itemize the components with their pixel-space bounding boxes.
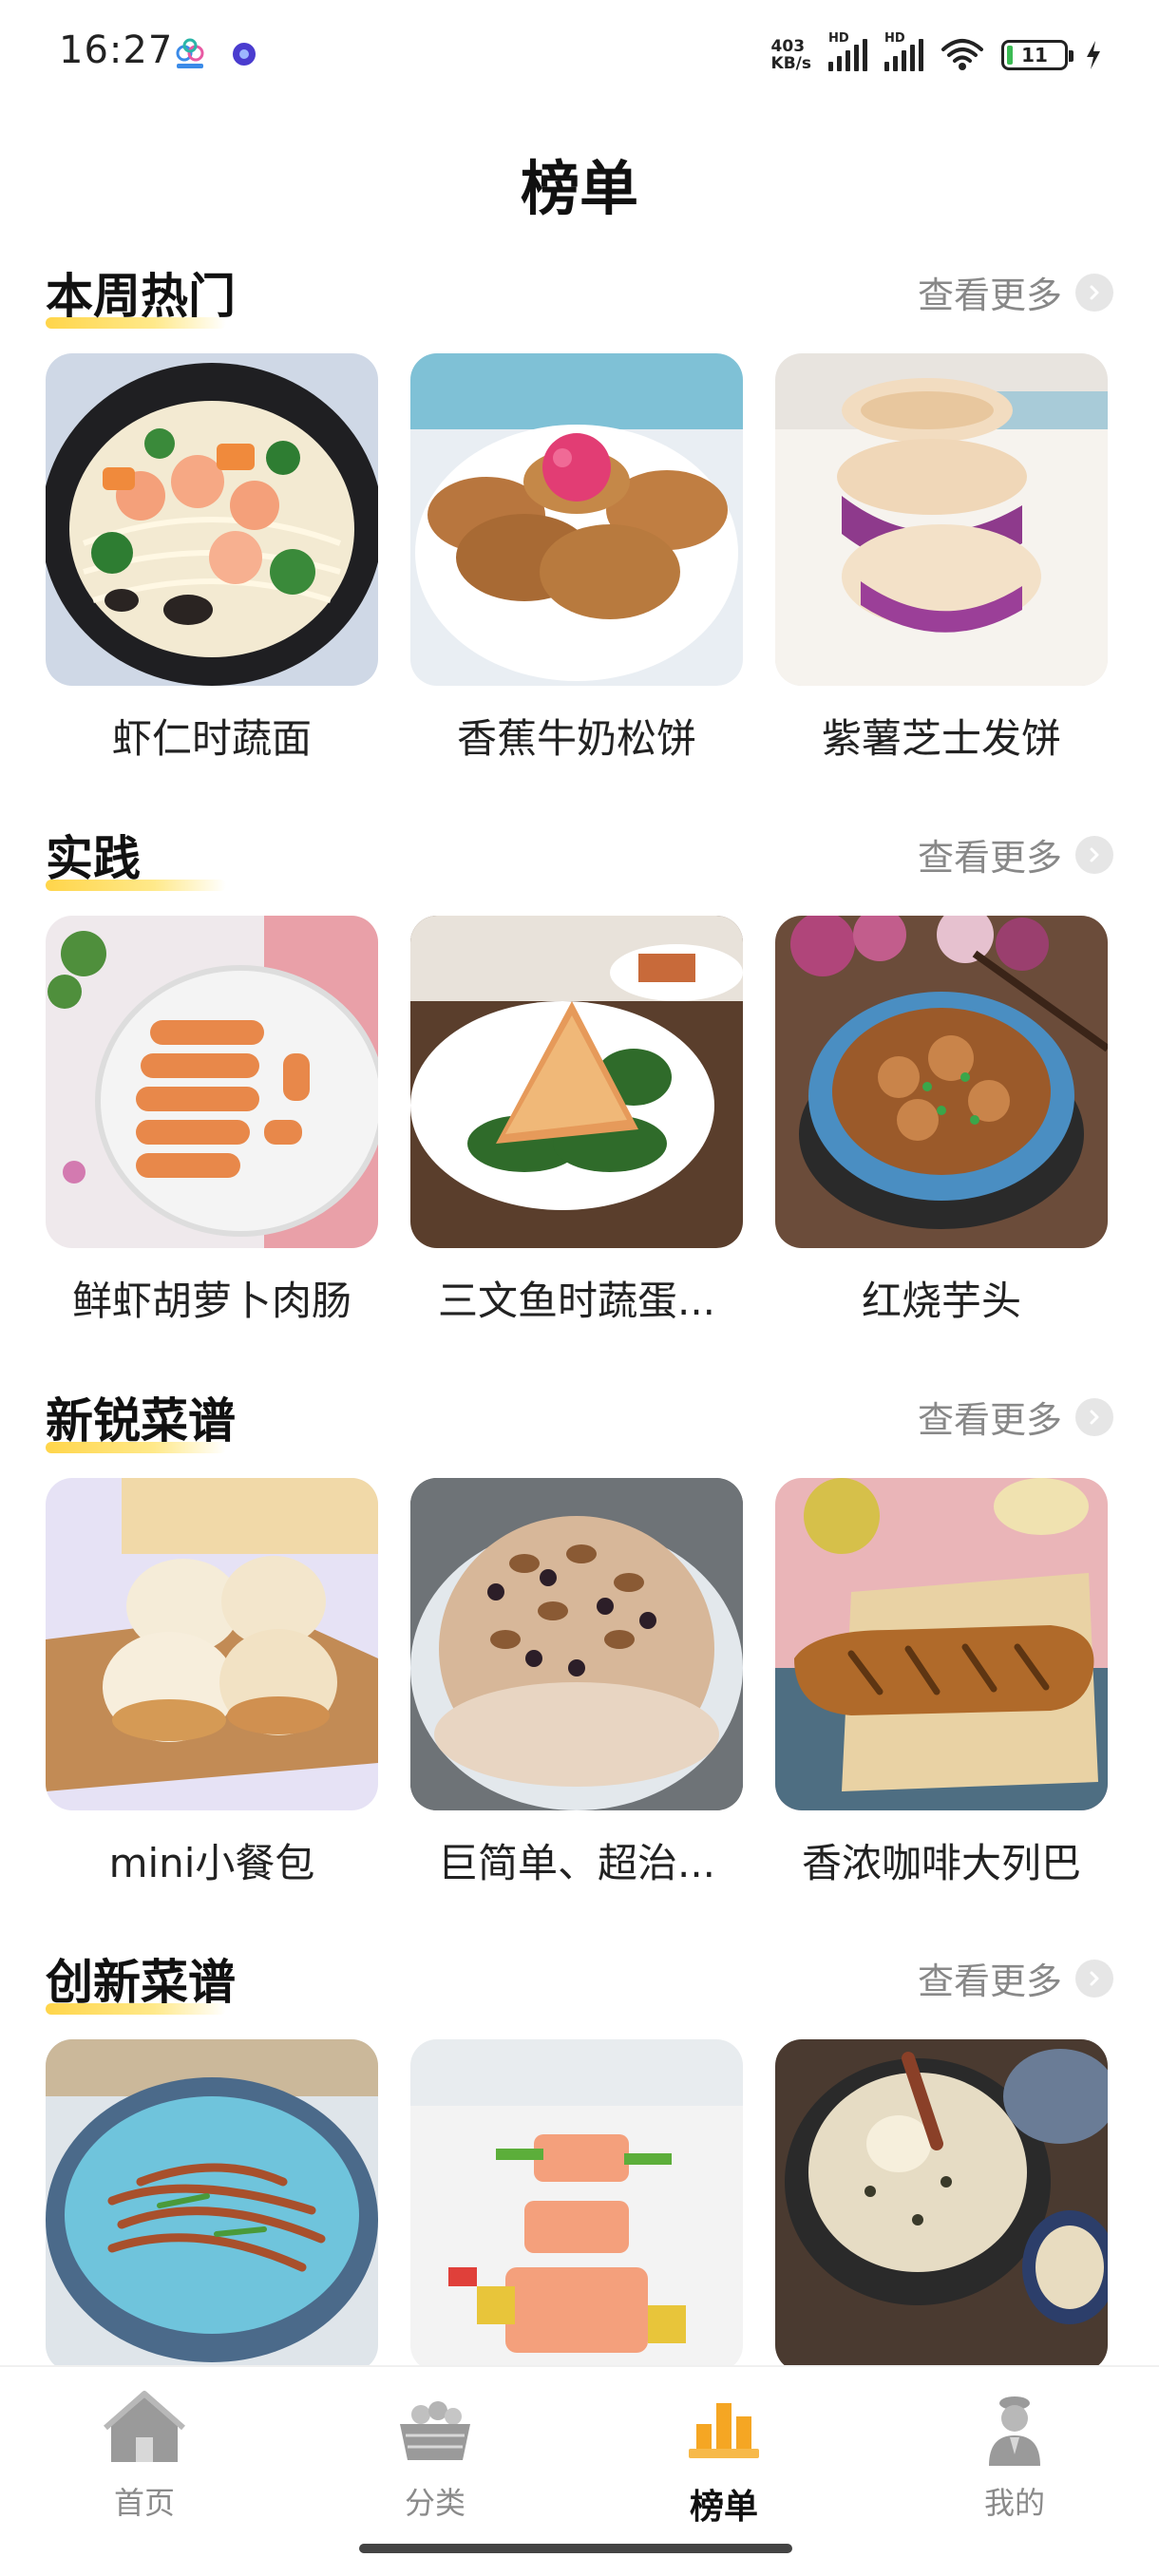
status-indicators: 403 KB/s HD HD 11 xyxy=(771,31,1102,78)
charging-icon xyxy=(1087,41,1100,69)
recipe-card[interactable] xyxy=(46,2039,378,2393)
app-notification-icon xyxy=(233,43,256,66)
recipe-name: 虾仁时蔬面 xyxy=(111,715,312,762)
battery-level: 11 xyxy=(1021,44,1048,66)
recipe-image xyxy=(775,353,1108,686)
recipe-card[interactable]: mini小餐包 xyxy=(46,1478,378,1889)
recipe-image xyxy=(46,1478,378,1810)
recipe-name: 巨简单、超治... xyxy=(437,1840,716,1886)
recipe-card[interactable]: 虾仁时蔬面 xyxy=(46,353,378,765)
see-more-label: 查看更多 xyxy=(917,837,1062,879)
recipe-card[interactable] xyxy=(410,2039,743,2393)
wifi-icon xyxy=(941,39,983,70)
signal-hd-label: HD xyxy=(828,31,849,46)
recipe-card[interactable]: 三文鱼时蔬蛋... xyxy=(410,916,743,1327)
basket-icon xyxy=(400,2401,470,2460)
signal-hd-label-2: HD xyxy=(884,31,905,46)
recipe-image xyxy=(410,1478,743,1810)
section-title: 创新菜谱 xyxy=(46,1955,236,2010)
recipe-name: 紫薯芝士发饼 xyxy=(821,715,1061,762)
recipe-image xyxy=(775,1478,1108,1810)
home-icon xyxy=(104,2391,185,2462)
recipe-image xyxy=(46,916,378,1248)
chevron-right-icon xyxy=(1075,273,1113,312)
recipe-image xyxy=(410,2039,743,2372)
tab-profile[interactable]: 我的 xyxy=(920,2386,1110,2523)
chevron-right-icon xyxy=(1075,1397,1113,1436)
chevron-right-icon xyxy=(1075,835,1113,874)
recipe-card[interactable]: 香蕉牛奶松饼 xyxy=(410,353,743,765)
see-more-label: 查看更多 xyxy=(917,1960,1062,2002)
recipe-name: 香蕉牛奶松饼 xyxy=(456,715,696,762)
tab-label: 首页 xyxy=(113,2485,175,2521)
tab-category[interactable]: 分类 xyxy=(340,2386,530,2523)
profile-icon xyxy=(989,2396,1040,2466)
recipe-name: 鲜虾胡萝卜肉肠 xyxy=(71,1278,352,1324)
network-speed-value: 403 xyxy=(770,37,806,56)
see-more-label: 查看更多 xyxy=(917,275,1062,316)
tab-label: 榜单 xyxy=(689,2488,758,2527)
recipe-card[interactable]: 巨简单、超治... xyxy=(410,1478,743,1889)
recipe-name: 三文鱼时蔬蛋... xyxy=(437,1278,716,1324)
see-more-button[interactable]: 查看更多 xyxy=(918,1952,1113,2004)
recipe-image xyxy=(410,353,743,686)
recipe-name: 红烧芋头 xyxy=(861,1278,1021,1324)
page-title: 榜单 xyxy=(520,154,638,223)
section-title: 新锐菜谱 xyxy=(46,1393,236,1449)
signal-icon-2: HD xyxy=(884,31,923,71)
recipe-image xyxy=(775,2039,1108,2372)
cloud-app-icon xyxy=(176,38,204,68)
recipe-name: mini小餐包 xyxy=(108,1840,315,1886)
ranking-icon xyxy=(689,2403,759,2458)
recipe-card[interactable]: 红烧芋头 xyxy=(775,916,1108,1327)
recipe-image xyxy=(410,916,743,1248)
recipe-card[interactable] xyxy=(775,2039,1108,2393)
recipe-image xyxy=(775,916,1108,1248)
see-more-label: 查看更多 xyxy=(917,1399,1062,1441)
status-bar: 16:27 403 KB/s HD HD 11 xyxy=(0,0,1159,104)
recipe-image xyxy=(46,353,378,686)
home-indicator[interactable] xyxy=(359,2544,792,2553)
recipe-image xyxy=(46,2039,378,2372)
signal-icon: HD xyxy=(828,31,867,71)
recipe-card[interactable]: 紫薯芝士发饼 xyxy=(775,353,1108,765)
network-speed-unit: KB/s xyxy=(770,54,811,73)
section-title: 本周热门 xyxy=(46,269,236,324)
recipe-name: 香浓咖啡大列巴 xyxy=(801,1840,1081,1886)
see-more-button[interactable]: 查看更多 xyxy=(918,266,1113,318)
recipe-card[interactable]: 香浓咖啡大列巴 xyxy=(775,1478,1108,1889)
section-title: 实践 xyxy=(46,831,141,886)
status-time: 16:27 xyxy=(59,28,174,72)
see-more-button[interactable]: 查看更多 xyxy=(918,1391,1113,1443)
recipe-card[interactable]: 鲜虾胡萝卜肉肠 xyxy=(46,916,378,1327)
tab-home[interactable]: 首页 xyxy=(49,2386,239,2523)
tab-label: 我的 xyxy=(983,2485,1045,2521)
tab-label: 分类 xyxy=(404,2485,466,2521)
chevron-right-icon xyxy=(1075,1959,1113,1998)
see-more-button[interactable]: 查看更多 xyxy=(918,828,1113,881)
network-speed: 403 KB/s xyxy=(771,38,811,72)
tab-ranking[interactable]: 榜单 xyxy=(629,2386,819,2529)
battery-icon: 11 xyxy=(1001,40,1074,70)
